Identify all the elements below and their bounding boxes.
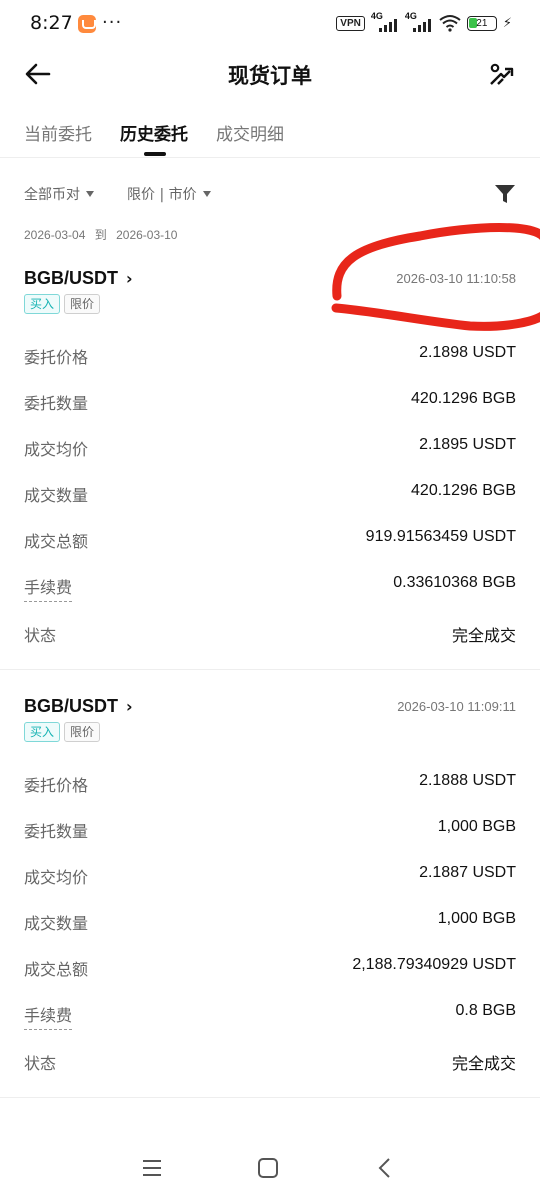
filter-bar: 全部币对 限价 | 市价: [0, 178, 540, 210]
vpn-icon: VPN: [336, 15, 365, 31]
menu-icon: [143, 1160, 161, 1176]
status-value: 完全成交: [451, 1056, 516, 1073]
avg-price-value: 2.1895 USDT: [419, 436, 516, 453]
charging-icon: ⚡: [502, 15, 512, 31]
filled-total-label: 成交总额: [24, 532, 89, 551]
pair-filter-dropdown[interactable]: 全部币对: [24, 184, 94, 204]
order-row: 状态 完全成交: [24, 620, 516, 646]
order-row: 成交总额 919.91563459 USDT: [24, 526, 516, 552]
order-pair-link[interactable]: BGB/USDT ›: [24, 268, 133, 289]
signal-icon: 4G: [371, 11, 399, 32]
filled-total-label: 成交总额: [24, 960, 89, 979]
chevron-right-icon: ›: [126, 269, 133, 288]
order-amount-value: 420.1296 BGB: [411, 390, 516, 407]
order-time: 2026-03-10 11:09:11: [397, 699, 516, 714]
type-tag: 限价: [64, 294, 101, 314]
order-time: 2026-03-10 11:10:58: [396, 271, 516, 286]
order-row: 委托价格 2.1888 USDT: [24, 770, 516, 796]
order-row: 委托数量 1,000 BGB: [24, 816, 516, 842]
avg-price-label: 成交均价: [24, 868, 89, 887]
battery-icon: 21: [466, 15, 497, 31]
filled-amount-value: 420.1296 BGB: [411, 482, 516, 499]
order-tabs: 当前委托 历史委托 成交明细: [0, 112, 540, 158]
fee-value: 0.33610368 BGB: [393, 574, 516, 591]
order-row: 手续费 0.33610368 BGB: [24, 572, 516, 602]
fee-value: 0.8 BGB: [455, 1002, 516, 1019]
type-tag: 限价: [64, 722, 101, 742]
order-row: 委托数量 420.1296 BGB: [24, 388, 516, 414]
side-tag: 买入: [24, 294, 61, 314]
more-notifications-icon: ···: [102, 12, 123, 33]
fee-label[interactable]: 手续费: [24, 574, 73, 602]
order-type-filter-label: 限价 | 市价: [127, 187, 197, 203]
caret-down-icon: [86, 191, 94, 197]
order-tags: 买入 限价: [24, 294, 101, 314]
order-price-label: 委托价格: [24, 348, 89, 367]
square-home-icon: [258, 1158, 278, 1178]
order-row: 成交数量 420.1296 BGB: [24, 480, 516, 506]
signal-icon-2: 4G: [405, 11, 433, 32]
order-pair: BGB/USDT: [24, 696, 118, 716]
chevron-left-icon: [378, 1158, 390, 1178]
status-label: 状态: [24, 626, 57, 645]
status-label: 状态: [24, 1054, 57, 1073]
order-row: 成交均价 2.1887 USDT: [24, 862, 516, 888]
filled-amount-label: 成交数量: [24, 486, 89, 505]
tab-current-orders[interactable]: 当前委托: [24, 120, 92, 145]
order-price-value: 2.1888 USDT: [419, 772, 516, 789]
page-title: 现货订单: [228, 64, 312, 88]
order-amount-value: 1,000 BGB: [437, 818, 516, 835]
tab-order-history[interactable]: 历史委托: [120, 120, 188, 145]
active-tab-indicator: [144, 152, 166, 156]
avg-price-label: 成交均价: [24, 440, 89, 459]
date-start: 2026-03-04: [24, 228, 86, 242]
order-price-value: 2.1898 USDT: [419, 344, 516, 361]
order-row: 委托价格 2.1898 USDT: [24, 342, 516, 368]
filled-amount-value: 1,000 BGB: [437, 910, 516, 927]
filled-total-value: 919.91563459 USDT: [365, 528, 516, 545]
tab-trade-details[interactable]: 成交明细: [216, 120, 284, 145]
order-row: 成交均价 2.1895 USDT: [24, 434, 516, 460]
date-range: 2026-03-04 到 2026-03-10: [24, 226, 183, 243]
home-button[interactable]: [253, 1153, 283, 1183]
battery-level: 21: [476, 17, 488, 29]
pair-filter-label: 全部币对: [24, 187, 80, 203]
menu-button[interactable]: [137, 1153, 167, 1183]
chevron-right-icon: ›: [126, 697, 133, 716]
filled-total-value: 2,188.79340929 USDT: [352, 956, 516, 973]
funnel-filter-icon[interactable]: [494, 184, 516, 204]
order-divider: [0, 669, 540, 670]
filled-amount-label: 成交数量: [24, 914, 89, 933]
header: 现货订单: [0, 50, 540, 98]
system-navigation-bar: [0, 1135, 540, 1199]
wifi-icon: [439, 14, 461, 32]
status-time: 8:27: [30, 12, 73, 34]
order-pair-link[interactable]: BGB/USDT ›: [24, 696, 133, 717]
order-row: 状态 完全成交: [24, 1048, 516, 1074]
date-end: 2026-03-10: [116, 228, 178, 242]
order-divider: [0, 1097, 540, 1098]
app-notification-icon: [78, 15, 96, 33]
order-row: 成交数量 1,000 BGB: [24, 908, 516, 934]
status-bar: 8:27 ··· VPN 4G 4G 21 ⚡: [0, 0, 540, 50]
status-value: 完全成交: [451, 628, 516, 645]
share-icon: [490, 63, 514, 85]
fee-label[interactable]: 手续费: [24, 1002, 73, 1030]
order-type-filter-dropdown[interactable]: 限价 | 市价: [127, 184, 211, 204]
avg-price-value: 2.1887 USDT: [419, 864, 516, 881]
status-icons: VPN 4G 4G 21 ⚡: [336, 11, 512, 32]
order-amount-label: 委托数量: [24, 394, 89, 413]
order-amount-label: 委托数量: [24, 822, 89, 841]
back-nav-button[interactable]: [369, 1153, 399, 1183]
side-tag: 买入: [24, 722, 61, 742]
order-tags: 买入 限价: [24, 722, 101, 742]
date-separator: 到: [94, 228, 107, 242]
order-pair: BGB/USDT: [24, 268, 118, 288]
share-button[interactable]: [486, 58, 518, 90]
order-price-label: 委托价格: [24, 776, 89, 795]
order-row: 手续费 0.8 BGB: [24, 1000, 516, 1030]
caret-down-icon: [202, 191, 211, 197]
order-row: 成交总额 2,188.79340929 USDT: [24, 954, 516, 980]
